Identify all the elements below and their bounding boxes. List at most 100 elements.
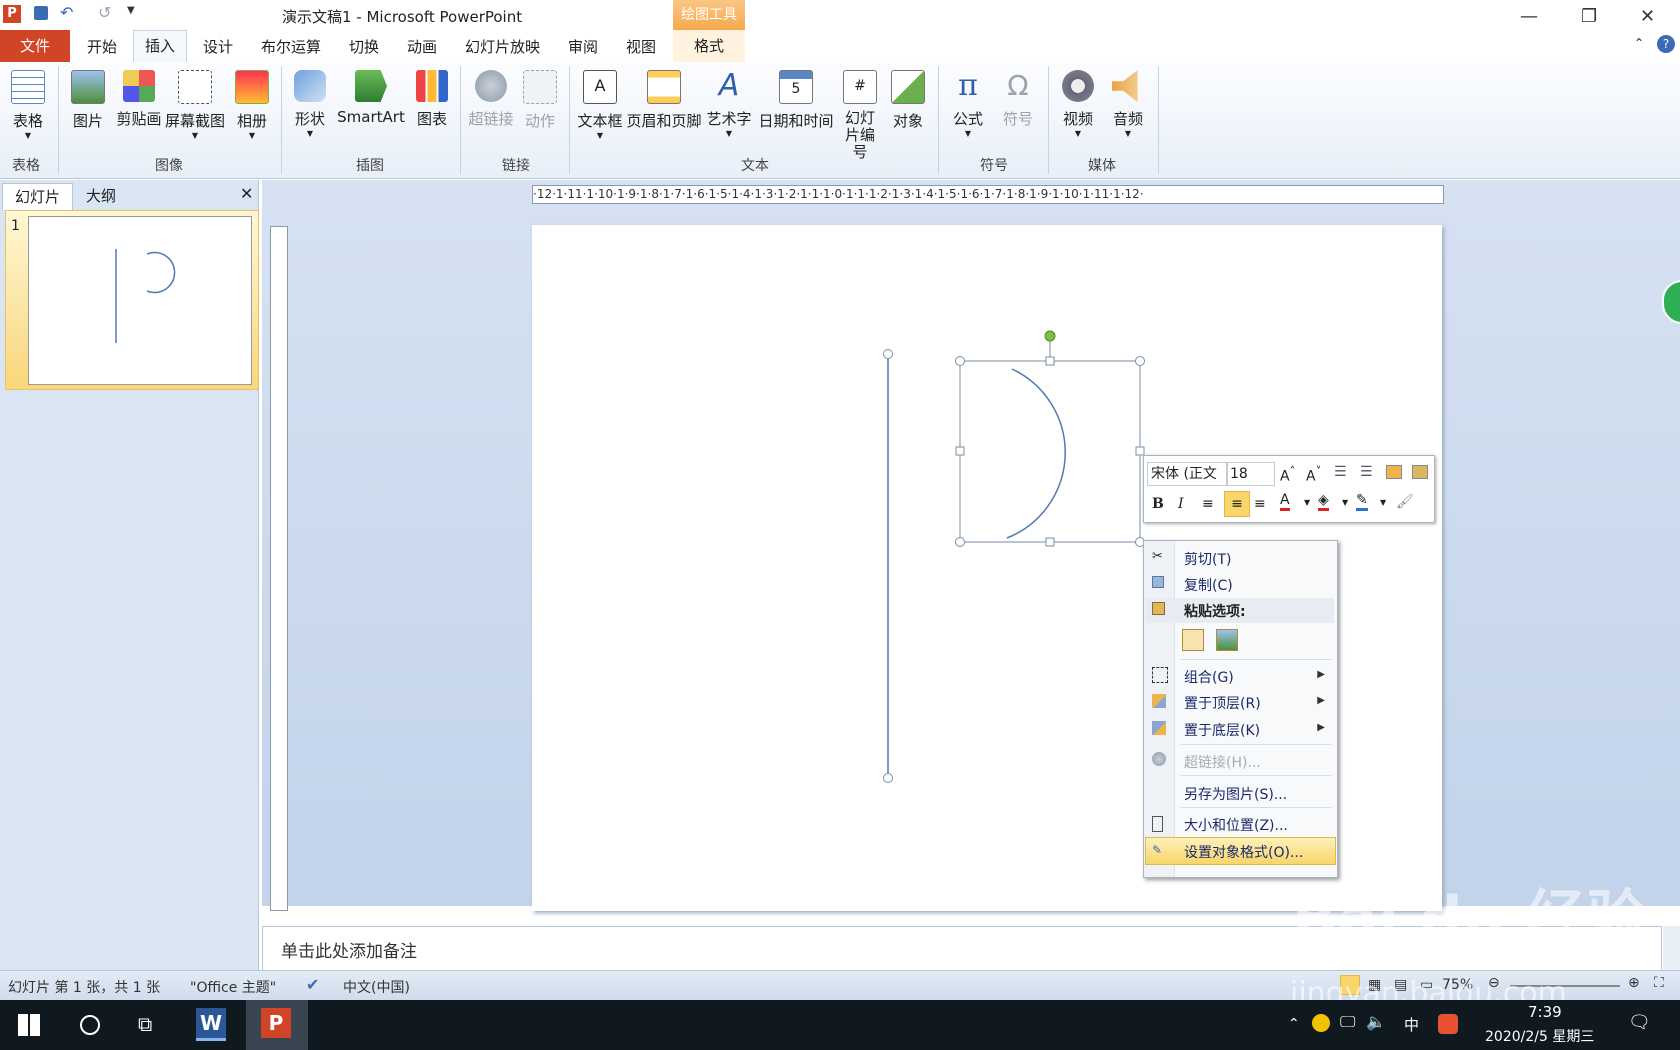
line-handle-top[interactable]: [883, 349, 893, 359]
tab-home[interactable]: 开始: [87, 36, 117, 57]
task-view-icon[interactable]: ⧉: [138, 1012, 152, 1036]
vertical-ruler[interactable]: [270, 226, 288, 911]
align-center-icon[interactable]: ≡: [1224, 491, 1250, 517]
windows-start-icon[interactable]: [18, 1014, 40, 1036]
bold-button[interactable]: B: [1152, 496, 1164, 512]
table-button[interactable]: 表格 ▼: [8, 70, 48, 140]
notes-scrollbar[interactable]: [1663, 926, 1680, 970]
minimize-button[interactable]: —: [1520, 6, 1538, 27]
tab-outline[interactable]: 大纲: [74, 183, 128, 209]
textbox-button[interactable]: A 文本框 ▼: [575, 70, 625, 140]
screenshot-button[interactable]: 屏幕截图 ▼: [164, 70, 226, 140]
hyperlink-button[interactable]: 超链接: [466, 70, 516, 129]
sogou-icon[interactable]: [1438, 1014, 1458, 1034]
datetime-button[interactable]: 5 日期和时间: [756, 70, 836, 131]
menu-item-bring-to-front[interactable]: 置于顶层(R): [1184, 693, 1261, 713]
tab-slideshow[interactable]: 幻灯片放映: [465, 36, 540, 57]
menu-item-group[interactable]: 组合(G): [1184, 667, 1234, 687]
save-icon[interactable]: [34, 6, 48, 20]
shrink-font-icon[interactable]: A˅: [1306, 464, 1321, 485]
zoom-in-icon[interactable]: ⊕: [1628, 975, 1640, 991]
clock-time[interactable]: 7:39: [1528, 1003, 1562, 1021]
fill-color-icon[interactable]: ◈: [1318, 492, 1329, 511]
menu-item-format-object[interactable]: 设置对象格式(O)...: [1184, 842, 1303, 862]
tab-animations[interactable]: 动画: [407, 36, 437, 57]
resize-handle[interactable]: [955, 537, 965, 547]
volume-icon[interactable]: 🔈: [1366, 1012, 1386, 1031]
show-hidden-icons[interactable]: ⌃: [1288, 1016, 1300, 1032]
undo-icon[interactable]: ↶: [60, 3, 73, 22]
decrease-indent-icon[interactable]: ☰: [1334, 464, 1347, 480]
picture-button[interactable]: 图片: [68, 70, 108, 131]
minimize-ribbon-icon[interactable]: ⌃: [1634, 36, 1644, 50]
font-color-icon[interactable]: A: [1280, 492, 1290, 511]
font-color-dropdown-icon[interactable]: ▼: [1304, 498, 1310, 507]
tab-boolean[interactable]: 布尔运算: [261, 36, 321, 57]
arc-shape[interactable]: [1006, 368, 1066, 539]
resize-handle[interactable]: [1135, 446, 1145, 456]
audio-button[interactable]: 音频 ▼: [1106, 70, 1150, 138]
tab-transitions[interactable]: 切换: [349, 36, 379, 57]
clipart-button[interactable]: 剪贴画: [114, 70, 164, 129]
wordart-button[interactable]: A 艺术字 ▼: [704, 70, 754, 139]
font-size-select[interactable]: 18: [1226, 462, 1275, 486]
fill-color-dropdown-icon[interactable]: ▼: [1342, 498, 1348, 507]
format-painter-icon[interactable]: 🖌: [1396, 494, 1414, 510]
font-name-select[interactable]: 宋体 (正文: [1147, 462, 1228, 486]
menu-item-size-position[interactable]: 大小和位置(Z)...: [1184, 815, 1288, 835]
outline-color-icon[interactable]: ✎: [1356, 492, 1368, 511]
resize-handle[interactable]: [1045, 537, 1055, 547]
resize-handle[interactable]: [955, 356, 965, 366]
close-panel-icon[interactable]: ✕: [240, 184, 253, 203]
grow-font-icon[interactable]: A˄: [1280, 464, 1295, 485]
help-icon[interactable]: ?: [1657, 35, 1675, 53]
shapes-button[interactable]: 形状 ▼: [290, 70, 330, 138]
app-icon[interactable]: P: [3, 5, 21, 23]
align-left-icon[interactable]: ≡: [1202, 496, 1214, 512]
spellcheck-icon[interactable]: ✔: [306, 975, 319, 994]
tab-insert[interactable]: 插入: [133, 30, 188, 62]
language[interactable]: 中文(中国): [343, 977, 410, 997]
align-right-icon[interactable]: ≡: [1254, 496, 1266, 512]
bring-forward-icon[interactable]: [1386, 465, 1402, 479]
action-button[interactable]: 动作: [520, 70, 560, 131]
customize-qat-icon[interactable]: ▼: [127, 5, 135, 16]
theme-name[interactable]: "Office 主题": [190, 977, 276, 997]
menu-item-send-to-back[interactable]: 置于底层(K): [1184, 720, 1260, 740]
powerpoint-taskbar-icon[interactable]: P: [261, 1008, 291, 1038]
resize-handle[interactable]: [955, 446, 965, 456]
menu-item-copy[interactable]: 复制(C): [1184, 575, 1233, 595]
increase-indent-icon[interactable]: ☰: [1360, 464, 1373, 480]
slide-number-button[interactable]: # 幻灯片编号: [836, 70, 884, 161]
paste-keep-source-icon[interactable]: [1182, 629, 1204, 651]
tab-file[interactable]: 文件: [0, 30, 70, 62]
tab-format[interactable]: 格式: [673, 30, 745, 62]
slide-thumbnail[interactable]: [28, 216, 252, 385]
tab-slides[interactable]: 幻灯片: [2, 183, 74, 210]
close-button[interactable]: ✕: [1640, 6, 1655, 27]
equation-button[interactable]: π 公式 ▼: [946, 70, 990, 139]
resize-handle[interactable]: [1045, 356, 1055, 366]
symbol-button[interactable]: Ω 符号: [996, 70, 1040, 129]
network-icon[interactable]: 🖵: [1340, 1012, 1355, 1032]
menu-item-hyperlink[interactable]: 超链接(H)...: [1184, 752, 1261, 772]
italic-button[interactable]: I: [1178, 496, 1184, 512]
menu-item-save-as-picture[interactable]: 另存为图片(S)...: [1184, 784, 1287, 804]
outline-color-dropdown-icon[interactable]: ▼: [1380, 498, 1386, 507]
video-button[interactable]: 视频 ▼: [1056, 70, 1100, 138]
horizontal-ruler[interactable]: ·12·1·11·1·10·1·9·1·8·1·7·1·6·1·5·1·4·1·…: [532, 185, 1444, 204]
tray-app-icon[interactable]: [1312, 1014, 1330, 1032]
fit-window-icon[interactable]: ⛶: [1654, 975, 1664, 991]
menu-item-cut[interactable]: 剪切(T): [1184, 549, 1231, 569]
resize-handle[interactable]: [1135, 356, 1145, 366]
restore-button[interactable]: ❐: [1581, 6, 1597, 27]
word-taskbar-icon[interactable]: W: [196, 1008, 226, 1041]
ime-indicator[interactable]: 中: [1404, 1014, 1419, 1035]
paste-as-picture-icon[interactable]: [1216, 629, 1238, 651]
album-button[interactable]: 相册 ▼: [232, 70, 272, 140]
search-icon[interactable]: [80, 1015, 100, 1035]
smartart-button[interactable]: SmartArt: [336, 70, 406, 126]
line-handle-bottom[interactable]: [883, 773, 893, 783]
chart-button[interactable]: 图表: [412, 70, 452, 129]
clock-date[interactable]: 2020/2/5 星期三: [1485, 1026, 1594, 1046]
